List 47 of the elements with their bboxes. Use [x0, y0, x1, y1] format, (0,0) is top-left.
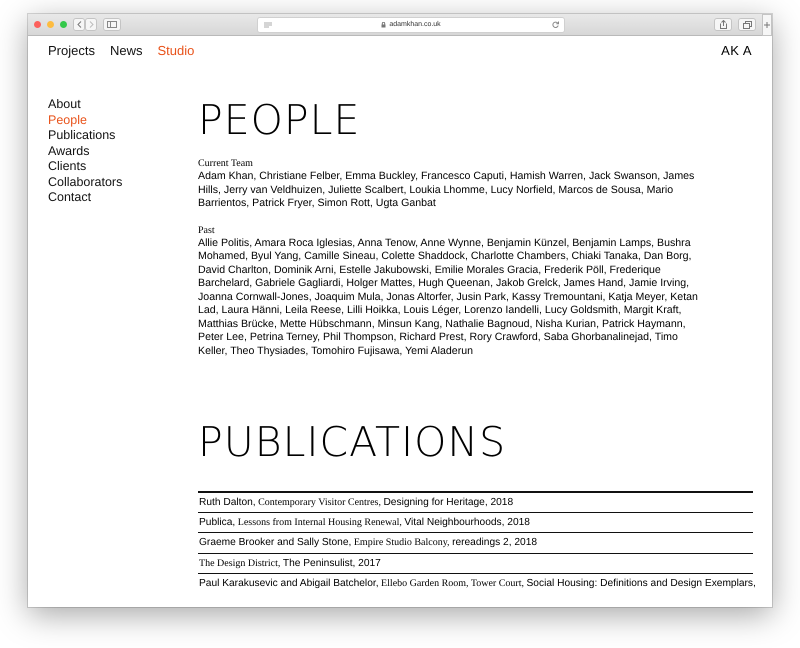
publication-text: Ruth Dalton, [199, 496, 256, 508]
sidebar-item[interactable]: Contact [48, 190, 92, 206]
names-list: Adam Khan, Christiane Felber, Emma Buckley, Francesco Caputi, Hamish Warren, Jack Swanson, James Hills, Jerry van Veldhuizen, Juliette Scalbert, Loukia Lhomme, Lucy Norfield, Marcos de Sousa, Mario Barrientos, Patrick Fryer, Simon Rott, Ugta Ganbat [198, 170, 704, 210]
logo[interactable]: AK A [721, 42, 752, 58]
lock-icon [381, 22, 386, 28]
sidebar-item[interactable]: Publications [48, 128, 116, 144]
maximize-icon[interactable] [60, 21, 67, 28]
share-button[interactable] [714, 18, 732, 31]
plus-icon [764, 22, 770, 28]
publication-text: The Peninsulist, 2017 [282, 558, 381, 569]
publication-title: Ellebo Garden Room, Tower Court, [381, 578, 524, 590]
publication-text: Designing for Heritage, 2018 [383, 496, 514, 508]
chevron-right-icon [88, 21, 94, 28]
nav-link[interactable]: Studio [157, 42, 194, 58]
nav-link[interactable]: News [110, 42, 142, 58]
publication-title: The Design District, [199, 558, 280, 569]
names-list: Allie Politis, Amara Roca Iglesias, Anna Tenow, Anne Wynne, Benjamin Künzel, Benjamin Lamps, Bushra Mohamed, Byul Yang, Camille Sineau, Colette Shaddock, Charlotte Chambers, Chiaki Tanaka, Dan Borg, David Charlton, Dominik Arni, Estelle Jakubowski, Emilie Morales Gracia, Frederik Pöll, Frederique Barchelard, Gabriele Gagliardi, Holger Mattes, Hugh Queenan, Jakob Grelck, James Hand, Jamie Irving, Joanna Cornwall-Jones, Joaquim Mula, Jonas Altorfer, Jusin Park, Kassy Tremountani, Katja Meyer, Ketan Lad, Laura Hänni, Leila Reese, Lilli Hoikka, Louis Léger, Lorenzo Iandelli, Lucy Goldsmith, Margit Kraft, Matthias Brücke, Mette Hübschmann, Minsun Kang, Nathalie Bagnoud, Nisha Kurian, Patrick Haymann, Peter Lee, Petrina Terney, Phil Thompson, Richard Prest, Rory Crawford, Saba Ghorbanalinejad, Timo Keller, Theo Thysiades, Tomohiro Fujisawa, Yemi Aladerun [198, 236, 704, 358]
sidebar-button[interactable] [103, 18, 121, 31]
publication-text: rereadings 2, 2018 [452, 537, 538, 548]
close-icon[interactable] [34, 21, 41, 28]
section-heading: PEOPLE [198, 96, 362, 144]
share-icon [720, 20, 726, 29]
publication-title: Contemporary Visitor Centres, [258, 496, 381, 508]
section-heading: PUBLICATIONS [198, 418, 508, 466]
tabs-icon [742, 20, 752, 28]
sidebar-item[interactable]: People [48, 112, 87, 128]
publication-text: Vital Neighbourhoods, 2018 [404, 516, 530, 528]
nav-link[interactable]: Projects [48, 42, 95, 58]
sidebar-icon [107, 21, 117, 28]
sidebar-item[interactable]: About [48, 97, 81, 112]
sidebar-item[interactable]: Collaborators [48, 174, 122, 190]
sidebar-item[interactable]: Awards [48, 144, 90, 159]
sidebar-item[interactable]: Clients [48, 159, 86, 174]
publication-title: Lessons from Internal Housing Renewal, [238, 516, 402, 528]
publication-text: Social Housing: Definitions and Design Exemplars, [526, 578, 756, 590]
group-title: Current Team [198, 158, 254, 170]
publication-text: Paul Karakusevic and Abigail Batchelor, [199, 578, 379, 590]
tabs-button[interactable] [738, 18, 756, 31]
publication-title: Empire Studio Balcony, [354, 537, 450, 548]
group-title: Past [198, 224, 216, 236]
publication-text: Publica, [199, 516, 236, 528]
publication-text: Graeme Brooker and Sally Stone, [199, 537, 352, 548]
reload-icon[interactable] [552, 21, 559, 28]
reader-icon[interactable] [264, 22, 272, 28]
chevron-left-icon [76, 21, 82, 28]
back-button[interactable] [73, 18, 85, 31]
new-tab-button[interactable] [762, 14, 772, 36]
